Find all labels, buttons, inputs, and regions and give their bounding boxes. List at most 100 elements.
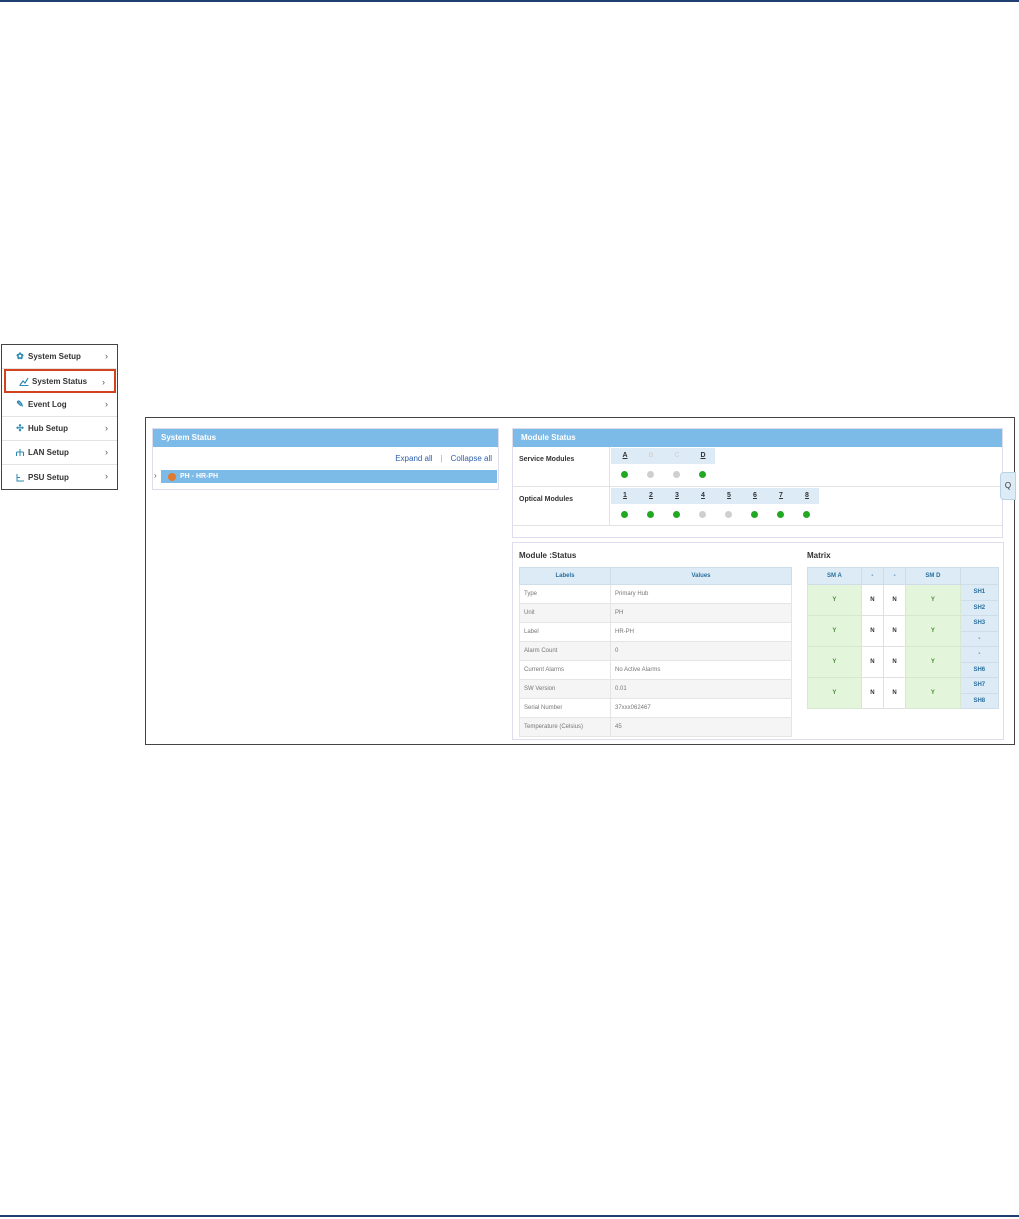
chevron-right-icon: ›: [105, 471, 108, 481]
matrix-cell[interactable]: N: [860, 615, 884, 647]
matrix-cell[interactable]: N: [882, 646, 907, 678]
optical-slot-label[interactable]: 5: [716, 492, 742, 499]
matrix-sh-label: SH2: [959, 599, 1000, 616]
matrix-header: [959, 567, 1000, 585]
table-row: Label HR-PH: [519, 622, 792, 642]
sidebar-item-psu-setup[interactable]: PSU Setup ›: [2, 465, 117, 489]
chevron-right-icon: ›: [102, 377, 105, 387]
optical-slot-status-led: [751, 511, 758, 518]
sidebar-item-label: Hub Setup: [28, 424, 68, 433]
status-screenshot-frame: System Status Expand all | Collapse all › …: [145, 417, 1016, 745]
service-slot-status-led: [673, 471, 680, 478]
table-row: Serial Number 37xxx062467: [519, 698, 792, 718]
table-row: Alarm Count 0: [519, 641, 792, 661]
optical-slot-label[interactable]: 3: [664, 492, 690, 499]
sidebar-item-event-log[interactable]: ✎ Event Log ›: [2, 393, 117, 417]
matrix-cell[interactable]: Y: [807, 677, 862, 709]
row-label: Unit: [519, 603, 611, 623]
matrix-cell[interactable]: N: [860, 677, 884, 709]
module-detail-panel: Module :Status Matrix Labels Values Type…: [512, 542, 1004, 740]
status-dot-icon: [168, 472, 176, 481]
row-value: 0.01: [610, 679, 792, 699]
optical-slot-status-led: [621, 511, 628, 518]
matrix-cell[interactable]: Y: [905, 677, 961, 709]
tree-row-label: PH - HR-PH: [180, 473, 219, 480]
matrix-cell[interactable]: N: [860, 584, 884, 616]
matrix-cell[interactable]: Y: [905, 615, 961, 647]
row-value: No Active Alarms: [610, 660, 792, 680]
optical-slot-label[interactable]: 4: [690, 492, 716, 499]
tree-row[interactable]: › PH - HR-PH: [154, 470, 497, 483]
sidebar-item-system-setup[interactable]: ✿ System Setup ›: [2, 345, 117, 369]
network-icon: [15, 448, 25, 458]
optical-slot-status-led: [673, 511, 680, 518]
module-status-title: Module :Status: [519, 551, 577, 560]
row-value: 37xxx062467: [610, 698, 792, 718]
sidebar-item-label: LAN Setup: [28, 448, 69, 457]
matrix-cell[interactable]: Y: [905, 584, 961, 616]
optical-slot-status-led: [777, 511, 784, 518]
service-modules-label: Service Modules: [519, 456, 575, 463]
service-slot-label[interactable]: A: [612, 452, 638, 459]
matrix-row: YNNY-: [807, 646, 1000, 678]
optical-slot-label[interactable]: 7: [768, 492, 794, 499]
matrix-sh-label: SH8: [959, 692, 1000, 709]
matrix-cell[interactable]: N: [882, 615, 907, 647]
tree-controls: Expand all | Collapse all: [395, 454, 492, 463]
values-header: Values: [610, 567, 792, 585]
optical-slot-label[interactable]: 1: [612, 492, 638, 499]
matrix-cell[interactable]: Y: [905, 646, 961, 678]
module-status-table: Labels Values Type Primary Hub Unit PH Lab…: [519, 567, 792, 737]
matrix-row: Y N N Y SH7: [807, 677, 1000, 709]
matrix-header: SM D: [905, 567, 961, 585]
optical-modules-label: Optical Modules: [519, 496, 574, 503]
optical-slot-label[interactable]: 8: [794, 492, 820, 499]
row-divider: [513, 486, 1002, 487]
optical-slot-label[interactable]: 6: [742, 492, 768, 499]
power-icon: [15, 472, 25, 482]
side-tab-button[interactable]: Q: [1000, 472, 1016, 500]
panel-title: System Status: [153, 429, 498, 447]
gear-icon: ✿: [16, 351, 24, 361]
matrix-cell[interactable]: Y: [807, 615, 862, 647]
panel-title: Module Status: [513, 429, 1002, 447]
matrix-cell[interactable]: Y: [807, 646, 862, 678]
matrix-cell[interactable]: Y: [807, 584, 862, 616]
row-value: Primary Hub: [610, 584, 792, 604]
row-label: Alarm Count: [519, 641, 611, 661]
table-row: Type Primary Hub: [519, 584, 792, 604]
table-row: Unit PH: [519, 603, 792, 623]
expand-all-link[interactable]: Expand all: [395, 454, 432, 463]
optical-slot-status-led: [647, 511, 654, 518]
sidebar-item-lan-setup[interactable]: LAN Setup ›: [2, 441, 117, 465]
sidebar-item-hub-setup[interactable]: ✣ Hub Setup ›: [2, 417, 117, 441]
chevron-right-icon: ›: [105, 423, 108, 433]
matrix-cell[interactable]: N: [882, 677, 907, 709]
matrix-cell[interactable]: N: [860, 646, 884, 678]
table-row: SW Version 0.01: [519, 679, 792, 699]
chart-line-icon: [19, 376, 29, 386]
module-status-panel: Module Status Service Modules Optical Mo…: [512, 428, 1003, 538]
matrix-sh-label: -: [959, 630, 1000, 647]
optical-slot-status-led: [699, 511, 706, 518]
matrix-row: Y N N Y SH3: [807, 615, 1000, 647]
top-rule: [0, 0, 1019, 2]
expand-arrow-icon[interactable]: ›: [154, 471, 157, 480]
chevron-right-icon: ›: [105, 447, 108, 457]
service-slot-label[interactable]: D: [690, 452, 716, 459]
matrix-header: -: [882, 567, 907, 585]
row-value: 45: [610, 717, 792, 737]
labels-header: Labels: [519, 567, 611, 585]
table-row: Current Alarms No Active Alarms: [519, 660, 792, 680]
chevron-right-icon: ›: [105, 399, 108, 409]
row-label: Temperature (Celsius): [519, 717, 611, 737]
matrix-cell[interactable]: N: [882, 584, 907, 616]
matrix-sh-label: -: [959, 646, 1000, 663]
service-slot-label[interactable]: C: [664, 452, 690, 459]
optical-slot-label[interactable]: 2: [638, 492, 664, 499]
row-divider: [513, 525, 1002, 526]
table-row: Temperature (Celsius) 45: [519, 717, 792, 737]
collapse-all-link[interactable]: Collapse all: [451, 454, 492, 463]
sidebar-item-system-status[interactable]: System Status ›: [4, 369, 116, 393]
service-slot-label[interactable]: B: [638, 452, 664, 459]
